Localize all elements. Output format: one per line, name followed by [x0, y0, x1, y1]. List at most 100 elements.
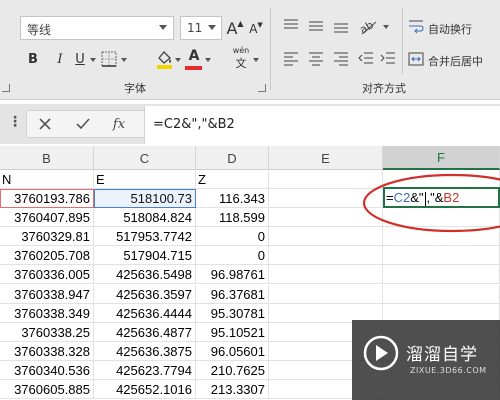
phonetic-dropdown-icon[interactable]	[253, 58, 259, 62]
more-options-icon[interactable]: ⋮	[8, 114, 22, 130]
phonetic-guide-button[interactable]: wén 文	[232, 46, 250, 72]
cell-c3[interactable]: 518084.824	[94, 208, 196, 228]
column-header-c[interactable]: C	[94, 146, 196, 170]
font-color-button[interactable]: A	[186, 46, 202, 66]
cell-d10[interactable]: 96.05601	[196, 341, 269, 361]
top-align-icon[interactable]	[283, 18, 299, 34]
cell-b9[interactable]: 3760338.25	[0, 322, 94, 342]
confirm-formula-button[interactable]	[68, 112, 98, 136]
cell-f6[interactable]	[383, 265, 500, 285]
ribbon-separator	[402, 8, 403, 74]
cancel-formula-button[interactable]	[30, 112, 60, 136]
middle-align-icon[interactable]	[308, 18, 324, 34]
cell-c6[interactable]: 425636.5498	[94, 265, 196, 285]
cell-e7[interactable]	[269, 284, 383, 304]
font-dialog-launcher-icon[interactable]	[258, 84, 266, 92]
align-left-icon[interactable]	[283, 50, 299, 66]
cell-b8[interactable]: 3760338.349	[0, 303, 94, 323]
font-size-dropdown[interactable]: 11	[180, 16, 222, 40]
cell-b3[interactable]: 3760407.895	[0, 208, 94, 228]
cell-d6[interactable]: 96.98761	[196, 265, 269, 285]
align-center-icon[interactable]	[308, 50, 324, 66]
fill-color-dropdown-icon[interactable]	[175, 58, 181, 62]
italic-button[interactable]: I	[52, 48, 68, 70]
cell-e6[interactable]	[269, 265, 383, 285]
cell-b7[interactable]: 3760338.947	[0, 284, 94, 304]
increase-font-icon: A	[226, 18, 238, 38]
wrap-text-icon	[409, 20, 424, 34]
checkmark-icon	[76, 118, 90, 130]
decrease-indent-icon[interactable]	[358, 50, 374, 66]
alignment-group-label: 对齐方式	[362, 82, 406, 95]
cell-c12[interactable]: 425652.1016	[94, 380, 196, 399]
watermark-url: ZIXUE.3D66.COM	[410, 366, 487, 375]
cell-c9[interactable]: 425636.4877	[94, 322, 196, 342]
cell-b10[interactable]: 3760338.328	[0, 341, 94, 361]
ref-highlight-c2	[94, 189, 196, 208]
watermark-title: 溜溜自学	[406, 345, 478, 365]
chevron-down-icon	[208, 25, 216, 30]
ribbon-separator	[270, 8, 271, 90]
font-group-label: 字体	[124, 82, 146, 95]
cell-b1[interactable]: N	[0, 170, 94, 189]
fill-color-icon[interactable]	[155, 48, 173, 70]
bottom-align-icon[interactable]	[333, 18, 349, 34]
merge-center-icon	[408, 52, 424, 66]
cell-b6[interactable]: 3760336.005	[0, 265, 94, 285]
font-name-dropdown[interactable]: 等线	[20, 16, 174, 40]
cell-c1[interactable]: E	[94, 170, 196, 189]
column-header-d[interactable]: D	[196, 146, 269, 170]
formula-input[interactable]: =C2&","&B2	[144, 106, 500, 144]
cell-f7[interactable]	[383, 284, 500, 304]
column-header-f[interactable]: F	[383, 146, 500, 170]
cell-d9[interactable]: 95.10521	[196, 322, 269, 342]
cell-d3[interactable]: 118.599	[196, 208, 269, 228]
align-right-icon[interactable]	[333, 50, 349, 66]
cell-d11[interactable]: 210.7625	[196, 360, 269, 380]
cell-c10[interactable]: 425636.3875	[94, 341, 196, 361]
decrease-font-icon: A	[249, 22, 258, 36]
cell-d2[interactable]: 116.343	[196, 189, 269, 208]
caret-down-icon: ▼	[257, 21, 263, 29]
cell-d4[interactable]: 0	[196, 227, 269, 247]
borders-dropdown-icon[interactable]	[121, 58, 127, 62]
merge-center-label: 合并后居中	[428, 55, 483, 68]
orientation-dropdown-icon[interactable]	[383, 25, 389, 29]
font-color-swatch	[185, 66, 202, 70]
cell-b5[interactable]: 3760205.708	[0, 246, 94, 266]
phonetic-top-label: wén	[232, 46, 250, 55]
column-header-e[interactable]: E	[269, 146, 383, 170]
cell-b12[interactable]: 3760605.885	[0, 380, 94, 399]
column-header-b[interactable]: B	[0, 146, 94, 170]
column-header-row: B C D E F	[0, 146, 500, 170]
cell-d12[interactable]: 213.3307	[196, 380, 269, 399]
increase-font-size-button[interactable]: A ▲	[226, 16, 244, 40]
cell-c11[interactable]: 425623.7794	[94, 360, 196, 380]
font-color-dropdown-icon[interactable]	[205, 58, 211, 62]
increase-indent-icon[interactable]	[380, 50, 396, 66]
borders-icon[interactable]	[100, 50, 118, 68]
decrease-font-size-button[interactable]: A ▼	[248, 18, 264, 40]
orientation-icon[interactable]: ab	[358, 16, 380, 36]
cell-f5[interactable]	[383, 246, 500, 266]
cell-e5[interactable]	[269, 246, 383, 266]
underline-dropdown-icon[interactable]	[90, 58, 96, 62]
font-size-value: 11	[187, 21, 203, 35]
bold-button[interactable]: B	[24, 48, 42, 70]
clipboard-dialog-launcher-icon[interactable]	[2, 84, 10, 92]
cell-c5[interactable]: 517904.715	[94, 246, 196, 266]
cell-c8[interactable]: 425636.4444	[94, 303, 196, 323]
cell-c4[interactable]: 517953.7742	[94, 227, 196, 247]
cell-d5[interactable]: 0	[196, 246, 269, 266]
cell-c7[interactable]: 425636.3597	[94, 284, 196, 304]
underline-button[interactable]: U	[72, 48, 88, 70]
cell-d8[interactable]: 95.30781	[196, 303, 269, 323]
cell-b11[interactable]: 3760340.536	[0, 360, 94, 380]
watermark: 溜溜自学 ZIXUE.3D66.COM	[352, 320, 500, 400]
phonetic-bottom-label: 文	[235, 57, 247, 70]
cell-d7[interactable]: 96.37681	[196, 284, 269, 304]
cell-b4[interactable]: 3760329.81	[0, 227, 94, 247]
cell-d1[interactable]: Z	[196, 170, 269, 189]
insert-function-button[interactable]: fx	[104, 112, 134, 136]
ribbon: 等线 11 A ▲ A ▼ B I U A wén 文 字体 ab 自动换行 合…	[0, 0, 500, 100]
